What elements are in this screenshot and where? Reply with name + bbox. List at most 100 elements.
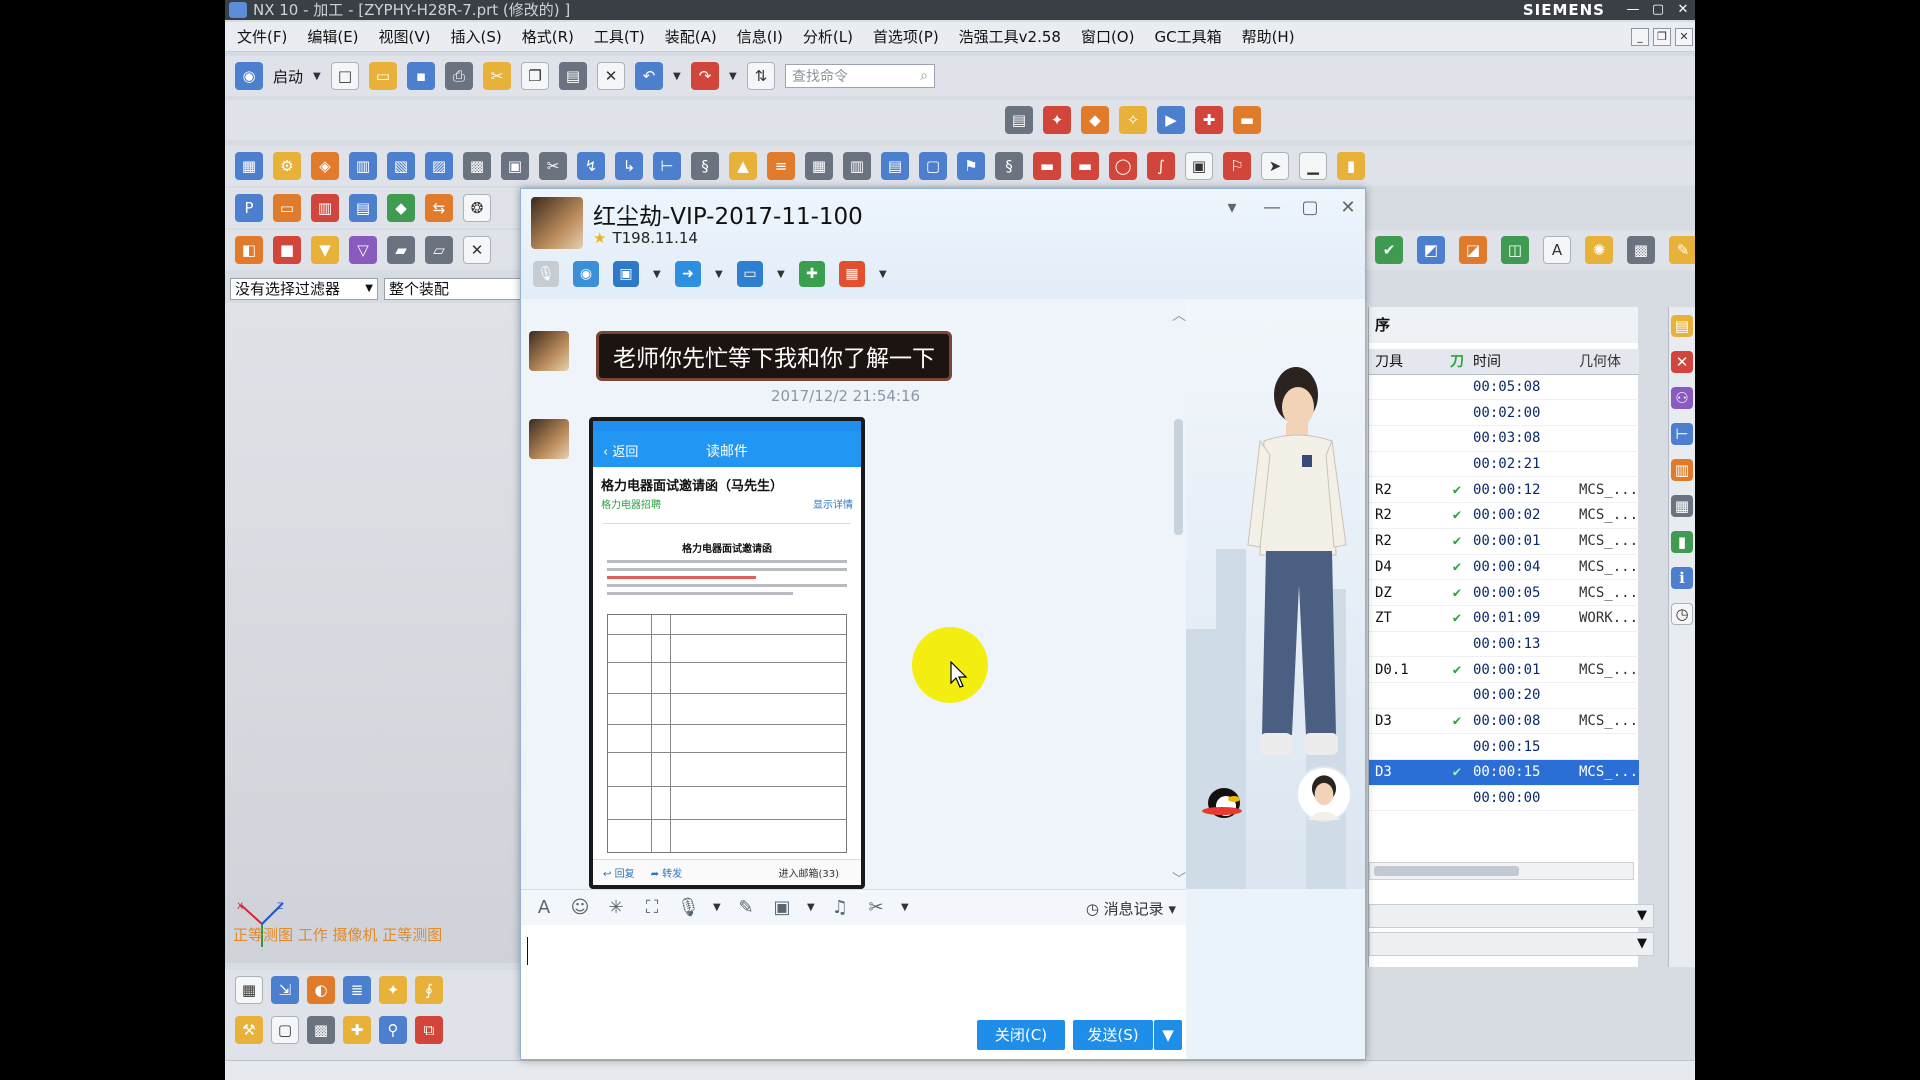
table-row[interactable]: D4 ✔ 00:00:04 MCS_...	[1369, 555, 1639, 581]
menu-file[interactable]: 文件(F)	[237, 26, 287, 47]
solid-icon[interactable]: ◩	[1417, 236, 1445, 264]
info-icon[interactable]: ℹ	[1671, 567, 1693, 589]
table-row[interactable]: R2 ✔ 00:00:01 MCS_...	[1369, 529, 1639, 555]
output-cls-icon[interactable]: ▤	[881, 152, 909, 180]
hierarchy-icon[interactable]: ⧉	[415, 1016, 443, 1044]
edit-icon[interactable]: ✎	[735, 897, 757, 918]
text-tool-icon[interactable]: A	[1543, 236, 1571, 264]
start-label[interactable]: 启动	[273, 66, 303, 87]
program-view-icon[interactable]: ▨	[425, 152, 453, 180]
machine-tool-view-icon[interactable]: ▩	[463, 152, 491, 180]
selection-scope-dropdown[interactable]: 整个装配	[384, 278, 524, 300]
column-header-tool[interactable]: 刀具	[1369, 351, 1447, 371]
boolean-icon[interactable]: ▽	[349, 236, 377, 264]
message-history-button[interactable]: ◷ 消息记录 ▾	[1086, 898, 1176, 919]
search-icon[interactable]: ⌕	[920, 68, 928, 84]
batch-icon[interactable]: ▥	[843, 152, 871, 180]
menu-assembly[interactable]: 装配(A)	[665, 26, 717, 47]
shop-doc-icon[interactable]: ▦	[805, 152, 833, 180]
message-bubble[interactable]: 老师你先忙等下我和你了解一下	[596, 331, 952, 381]
list-toolpath-icon[interactable]: §	[691, 152, 719, 180]
flag-icon[interactable]: ⚐	[1223, 152, 1251, 180]
plane-icon[interactable]: ▱	[425, 236, 453, 264]
minimize-icon[interactable]: —	[1623, 1, 1643, 19]
snap-icon[interactable]: ◆	[1081, 106, 1109, 134]
geometry-view-icon[interactable]: ▣	[501, 152, 529, 180]
hammer-icon[interactable]: ⚒	[235, 1016, 263, 1044]
scroll-thumb[interactable]	[1174, 419, 1183, 535]
clip-icon[interactable]: ∮	[415, 976, 443, 1004]
circle-icon[interactable]: ◯	[1109, 152, 1137, 180]
music-icon[interactable]: ♫	[829, 897, 851, 918]
touch-mode-icon[interactable]: ⇅	[747, 62, 776, 90]
history-icon[interactable]: ◷	[1671, 603, 1693, 625]
qq-maximize-icon[interactable]: ▢	[1299, 197, 1321, 219]
render-icon[interactable]: ✺	[1585, 236, 1613, 264]
measure-icon[interactable]: ▬	[1233, 106, 1261, 134]
voice-call-icon[interactable]: 🎙	[533, 261, 559, 287]
frame-icon[interactable]: ▣	[1185, 152, 1213, 180]
analysis-icon[interactable]: ✦	[379, 976, 407, 1004]
verify-toolpath-icon[interactable]: ⊢	[653, 152, 681, 180]
dependencies-dropdown[interactable]: ▼	[1369, 932, 1654, 956]
create-geometry-icon[interactable]: ◈	[311, 152, 339, 180]
link-icon[interactable]: ⚲	[379, 1016, 407, 1044]
menu-haoqiang-tools[interactable]: 浩强工具v2.58	[959, 26, 1061, 47]
table-row[interactable]: 00:03:08	[1369, 426, 1639, 452]
texture-icon[interactable]: ▩	[1627, 236, 1655, 264]
undo-icon[interactable]: ↶	[635, 62, 664, 90]
show-hide-icon[interactable]: ✧	[1119, 106, 1147, 134]
chart-icon[interactable]: ▁	[1299, 152, 1327, 180]
copy-icon[interactable]: ❐	[521, 62, 550, 90]
remote-desktop-icon[interactable]: ▣	[613, 261, 639, 287]
chat-scrollbar[interactable]: ︿ ﹀	[1172, 307, 1186, 888]
send-button[interactable]: 发送(S)	[1073, 1020, 1153, 1050]
postprocess-icon[interactable]: ≡	[767, 152, 795, 180]
video-call-icon[interactable]: ◉	[573, 261, 599, 287]
pencil-icon[interactable]: ✎	[1669, 236, 1695, 264]
table-row[interactable]: D0.1 ✔ 00:00:01 MCS_...	[1369, 657, 1639, 683]
screen-share-icon[interactable]: ▭	[737, 261, 763, 287]
operation-navigator-icon[interactable]: ⊢	[1671, 423, 1693, 445]
map-icon[interactable]: ▩	[307, 1016, 335, 1044]
component-icon[interactable]: ◫	[1501, 236, 1529, 264]
save-icon[interactable]: ▪	[407, 62, 436, 90]
scroll-up-icon[interactable]: ︿	[1170, 305, 1186, 325]
curve-icon[interactable]: ∫	[1147, 152, 1175, 180]
grid-icon[interactable]: ✚	[1195, 106, 1223, 134]
play-icon[interactable]: ▶	[1157, 106, 1185, 134]
mdi-minimize-icon[interactable]: _	[1631, 28, 1649, 46]
table-row[interactable]: ZT ✔ 00:01:09 WORK...	[1369, 606, 1639, 632]
operation-tool-icon[interactable]: ⚑	[957, 152, 985, 180]
reuse-library-icon[interactable]: ▦	[1671, 495, 1693, 517]
orient-icon[interactable]: ⇲	[271, 976, 299, 1004]
table-row[interactable]: R2 ✔ 00:00:02 MCS_...	[1369, 503, 1639, 529]
simulate-icon[interactable]: ▲	[729, 152, 757, 180]
layer-icon[interactable]: ▤	[1005, 106, 1033, 134]
qq-close-icon[interactable]: ✕	[1337, 197, 1359, 219]
create-operation-icon[interactable]: ▧	[387, 152, 415, 180]
selection-filter-dropdown[interactable]: 没有选择过滤器 ▼	[230, 278, 378, 300]
emoji-icon[interactable]: ☺	[569, 897, 591, 918]
part-navigator-icon[interactable]: ▤	[1671, 315, 1693, 337]
machine-navigator-icon[interactable]: ▥	[1671, 459, 1693, 481]
table-row[interactable]: 00:02:00	[1369, 400, 1639, 427]
method-view-icon[interactable]: ✂	[539, 152, 567, 180]
chevron-down-icon[interactable]: ▾	[1221, 197, 1243, 219]
table-row[interactable]: 00:05:08	[1369, 375, 1639, 401]
table-row[interactable]: 00:00:20	[1369, 683, 1639, 709]
chevron-down-icon[interactable]: ▼	[715, 269, 723, 280]
chevron-down-icon[interactable]: ▼	[807, 902, 815, 913]
details-dropdown[interactable]: ▼	[1369, 904, 1654, 928]
column-header-time[interactable]: 时间	[1467, 351, 1573, 371]
my-avatar[interactable]	[1296, 766, 1352, 822]
command-search-input[interactable]: 查找命令 ⌕	[785, 64, 936, 88]
ipw-section-icon[interactable]: ▬	[1071, 152, 1099, 180]
font-icon[interactable]: A	[533, 897, 555, 918]
menu-window[interactable]: 窗口(O)	[1081, 26, 1135, 47]
select-arrow-icon[interactable]: ➤	[1261, 152, 1289, 180]
create-group-icon[interactable]: ✚	[799, 261, 825, 287]
scroll-down-icon[interactable]: ﹀	[1170, 869, 1186, 889]
chevron-down-icon[interactable]: ▼	[879, 269, 887, 280]
chevron-down-icon[interactable]: ▼	[653, 269, 661, 280]
